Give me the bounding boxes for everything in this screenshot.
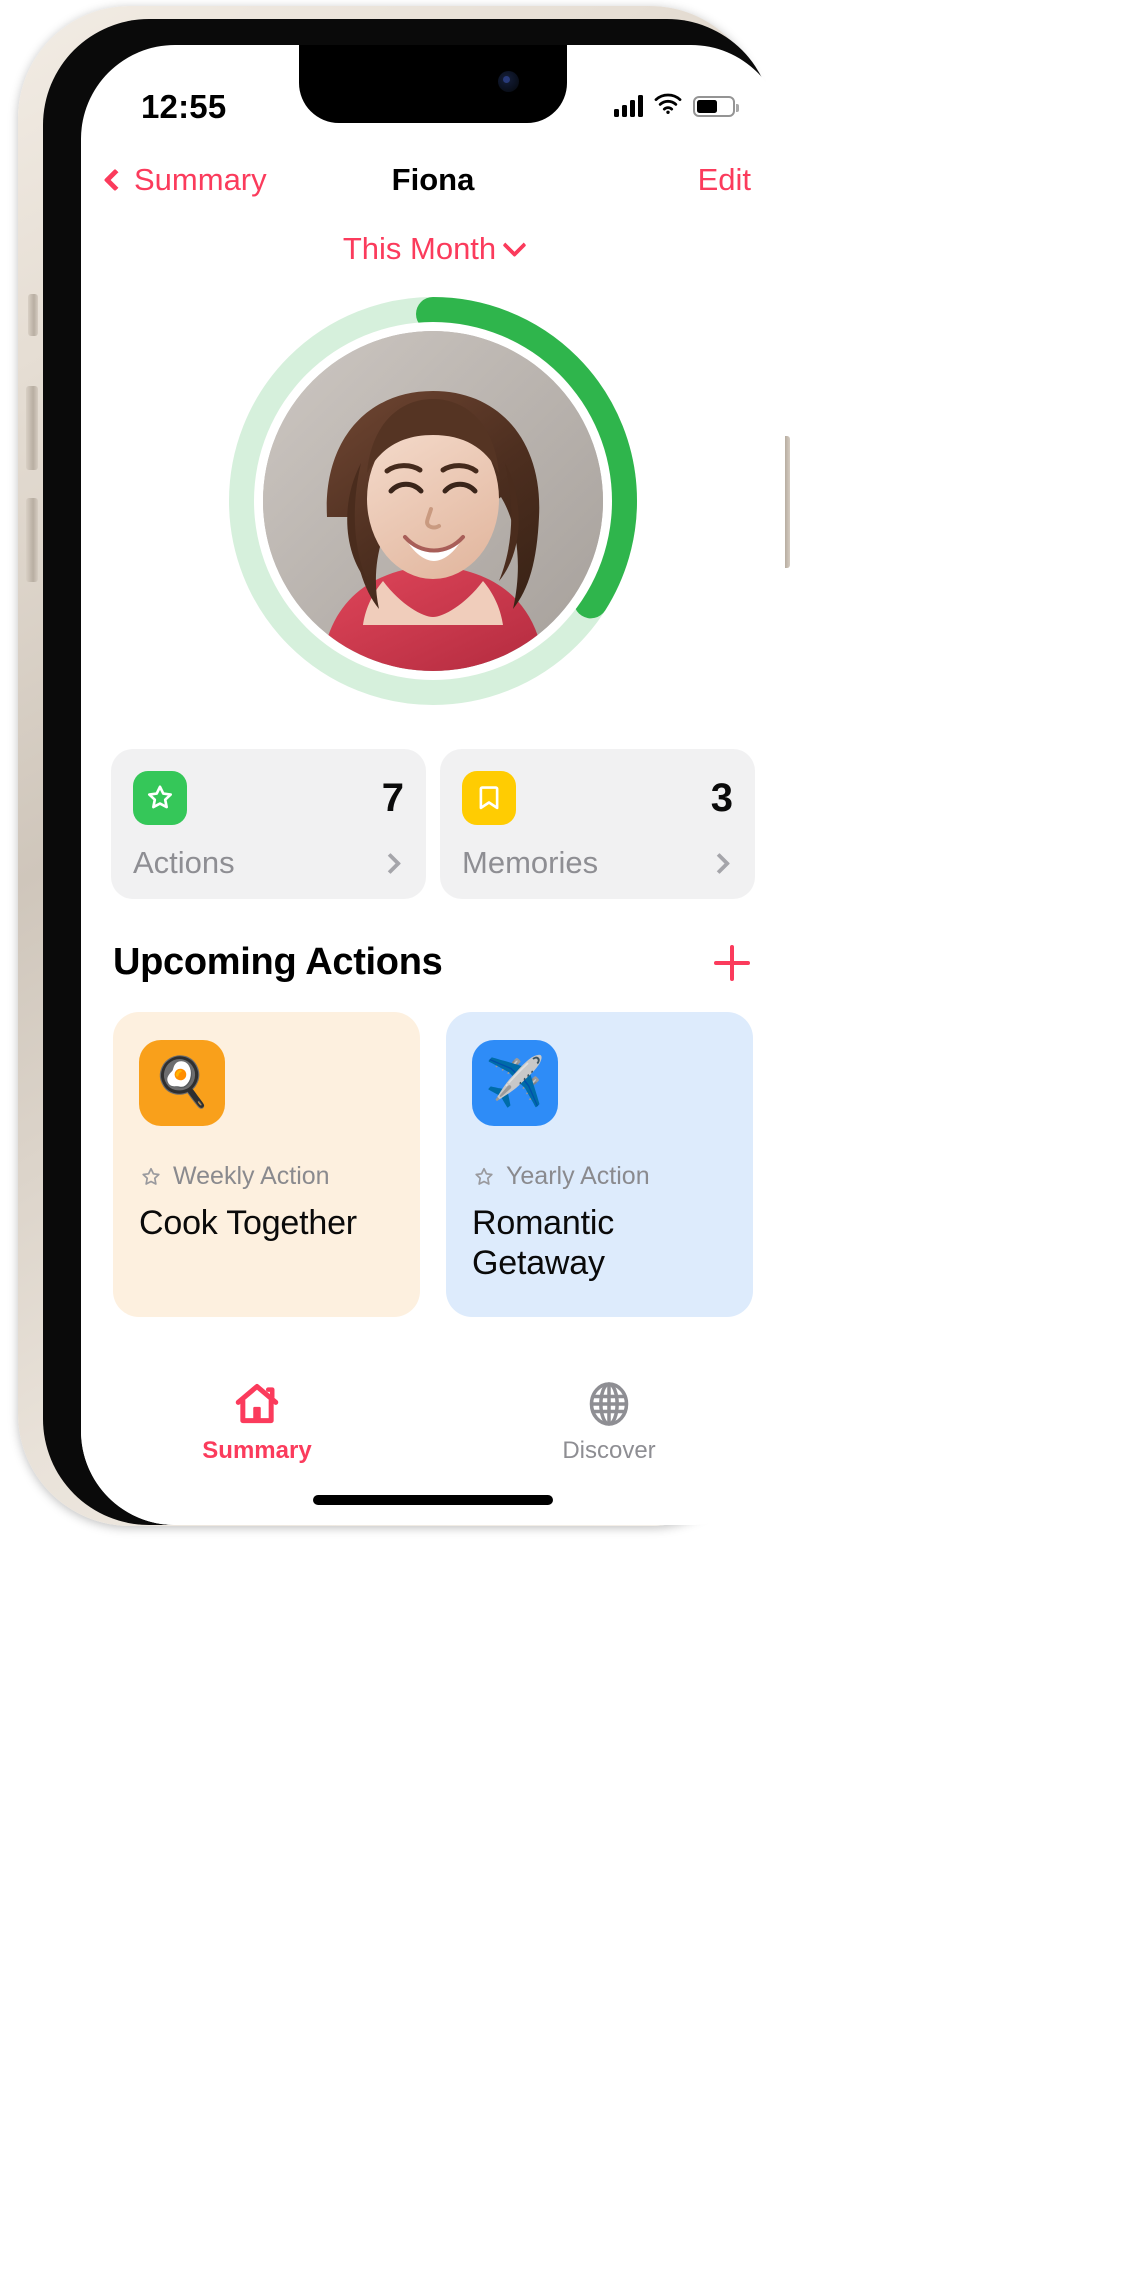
- cooking-pan-icon: 🍳: [139, 1040, 225, 1126]
- stat-card-top: 7: [133, 771, 404, 825]
- action-frequency: Yearly Action: [472, 1162, 727, 1191]
- wifi-icon: [654, 93, 682, 119]
- chevron-down-icon: [502, 232, 527, 257]
- status-icons: [614, 93, 739, 119]
- silent-switch[interactable]: [28, 294, 38, 336]
- phone-screen: 12:55 Summary Fiona Edit This Month 7 Ac…: [81, 45, 785, 1525]
- star-outline-icon: [142, 1167, 160, 1185]
- home-indicator[interactable]: [313, 1495, 553, 1505]
- volume-down-button[interactable]: [26, 498, 38, 582]
- edit-button[interactable]: Edit: [698, 162, 751, 198]
- chevron-right-icon: [379, 852, 402, 874]
- airplane-icon: ✈️: [472, 1040, 558, 1126]
- tab-bar: Summary Discover: [81, 1357, 785, 1525]
- stat-card-bottom: Actions: [133, 845, 404, 881]
- action-card[interactable]: ✈️ Yearly Action Romantic Getaway: [446, 1012, 753, 1318]
- bookmark-icon: [462, 771, 516, 825]
- profile-avatar-ring[interactable]: [229, 297, 637, 705]
- stat-label: Actions: [133, 845, 235, 880]
- stat-label: Memories: [462, 845, 599, 880]
- action-frequency-label: Yearly Action: [506, 1162, 650, 1190]
- stat-card-bottom: Memories: [462, 845, 733, 881]
- phone-frame: 12:55 Summary Fiona Edit This Month 7 Ac…: [18, 6, 790, 1526]
- tab-label: Discover: [562, 1437, 656, 1464]
- action-frequency: Weekly Action: [139, 1162, 394, 1191]
- star-badge-icon: [133, 771, 187, 825]
- action-title: Cook Together: [139, 1204, 357, 1242]
- period-selector-label: This Month: [342, 231, 497, 266]
- stat-count: 7: [381, 776, 404, 820]
- stat-card-top: 3: [462, 771, 733, 825]
- stat-cards: 7 Actions 3 Memories: [81, 749, 785, 899]
- action-frequency-label: Weekly Action: [173, 1162, 330, 1190]
- action-emoji: 🍳: [152, 1056, 212, 1109]
- stat-card-memories[interactable]: 3 Memories: [440, 749, 755, 899]
- chevron-left-icon: [103, 168, 127, 192]
- stat-count: 3: [710, 776, 733, 820]
- house-icon: [235, 1384, 279, 1424]
- notch: [299, 45, 567, 123]
- volume-up-button[interactable]: [26, 386, 38, 470]
- screenshot-canvas: 12:55 Summary Fiona Edit This Month 7 Ac…: [0, 0, 1126, 2278]
- chevron-right-icon: [708, 852, 731, 874]
- action-emoji: ✈️: [485, 1056, 545, 1109]
- avatar: [263, 331, 603, 671]
- signal-bars-icon: [614, 95, 643, 117]
- tab-label: Summary: [202, 1437, 312, 1464]
- globe-icon: [589, 1382, 629, 1426]
- upcoming-actions-list: 🍳 Weekly Action Cook Together ✈️ Yearly …: [81, 1012, 785, 1318]
- nav-bar: Summary Fiona Edit: [81, 141, 785, 219]
- stat-card-actions[interactable]: 7 Actions: [111, 749, 426, 899]
- battery-icon: [693, 95, 739, 117]
- period-selector[interactable]: This Month: [81, 231, 785, 267]
- section-title: Upcoming Actions: [113, 941, 443, 983]
- action-card[interactable]: 🍳 Weekly Action Cook Together: [113, 1012, 420, 1318]
- back-button-label: Summary: [134, 162, 267, 197]
- star-outline-icon: [475, 1167, 493, 1185]
- status-time: 12:55: [141, 87, 227, 125]
- back-button[interactable]: Summary: [103, 162, 267, 198]
- phone-bezel: 12:55 Summary Fiona Edit This Month 7 Ac…: [43, 19, 785, 1525]
- action-title: Romantic Getaway: [472, 1204, 615, 1283]
- upcoming-actions-header: Upcoming Actions: [81, 941, 785, 984]
- front-camera-icon: [498, 71, 519, 92]
- add-action-button[interactable]: [711, 942, 753, 984]
